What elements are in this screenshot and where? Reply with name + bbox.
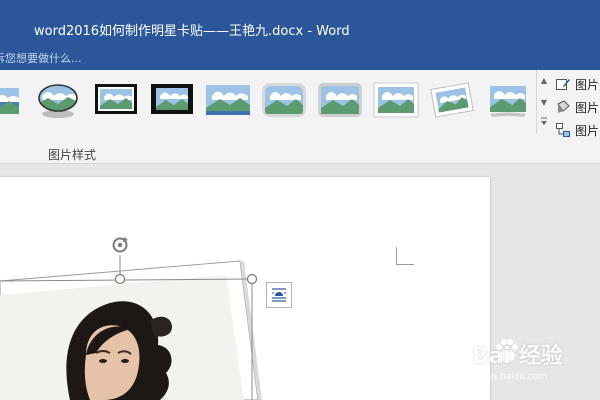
picture-layout-icon xyxy=(556,123,570,137)
layout-options-icon xyxy=(272,288,286,302)
rotate-handle-icon[interactable] xyxy=(112,237,129,253)
tell-me-search[interactable]: 诉您想要做什么... xyxy=(0,50,82,66)
picture-styles-group-label: 图片样式 xyxy=(48,148,97,162)
baidu-jingyan-watermark: Bai 经验 jingyan.baidu.com xyxy=(452,322,600,392)
resize-handle-top[interactable] xyxy=(114,273,126,285)
ribbon: ▲ ▼ 图片 图片 图片 图片样式 xyxy=(0,70,600,164)
picture-style-oval-shadow-icon[interactable] xyxy=(34,80,82,120)
picture-layout-command[interactable]: 图片 xyxy=(556,120,600,140)
gallery-scroll-up-button[interactable]: ▲ xyxy=(539,72,549,90)
gallery-scroll: ▲ ▼ xyxy=(536,70,550,134)
selected-picture[interactable] xyxy=(0,235,300,400)
picture-style-soft-edge-icon[interactable] xyxy=(204,80,252,120)
title-bar: word2016如何制作明星卡贴——王艳九.docx - Word 诉您想要做什… xyxy=(0,0,600,70)
picture-style-rounded-icon[interactable] xyxy=(260,80,308,120)
picture-style-shadow-right-icon[interactable] xyxy=(484,80,532,120)
resize-handle-top-right[interactable] xyxy=(246,273,258,285)
picture-layout-label: 图片 xyxy=(575,124,600,138)
layout-options-button[interactable] xyxy=(266,282,292,308)
gallery-more-button[interactable] xyxy=(539,116,549,134)
picture-styles-gallery xyxy=(0,70,536,132)
picture-effects-label: 图片 xyxy=(575,101,600,115)
picture-effects-command[interactable]: 图片 xyxy=(556,97,600,117)
picture-border-command[interactable]: 图片 xyxy=(556,74,600,94)
margin-corner-mark xyxy=(396,247,414,265)
picture-style-simple-icon[interactable] xyxy=(0,80,22,120)
watermark-brand: Bai 经验 xyxy=(472,344,563,369)
picture-style-white-frame-icon[interactable] xyxy=(372,80,420,120)
picture-effects-icon xyxy=(556,100,570,114)
picture-border-label: 图片 xyxy=(575,78,600,92)
picture-style-beveled-icon[interactable] xyxy=(316,80,364,120)
picture-style-black-matte-icon[interactable] xyxy=(148,80,196,120)
window-title: word2016如何制作明星卡贴——王艳九.docx - Word xyxy=(34,24,350,39)
picture-style-thick-black-frame-icon[interactable] xyxy=(92,80,140,120)
picture-style-rotated-white-icon[interactable] xyxy=(428,80,476,120)
watermark-url: jingyan.baidu.com xyxy=(464,372,548,382)
picture-border-icon xyxy=(556,77,570,91)
gallery-scroll-down-button[interactable]: ▼ xyxy=(539,94,549,112)
